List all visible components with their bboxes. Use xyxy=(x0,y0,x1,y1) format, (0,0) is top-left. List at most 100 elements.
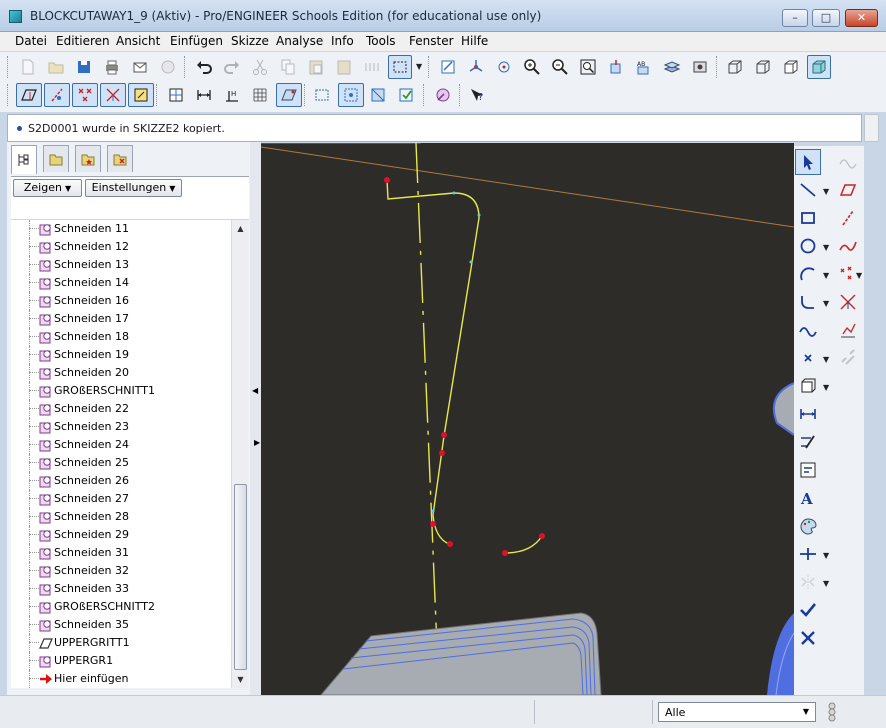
chevron-down-icon[interactable]: ▼ xyxy=(823,243,829,252)
tree-item[interactable]: Hier einfügen xyxy=(11,670,231,688)
tree-item[interactable]: Schneiden 31 xyxy=(11,544,231,562)
model-block[interactable] xyxy=(320,612,602,695)
save-icon[interactable] xyxy=(73,56,95,78)
regenerate-icon[interactable] xyxy=(361,56,383,78)
chevron-down-icon[interactable]: ▼ xyxy=(823,355,829,364)
tree-item[interactable]: Schneiden 24 xyxy=(11,436,231,454)
chevron-down-icon[interactable]: ▼ xyxy=(856,271,862,280)
grid-display-icon[interactable] xyxy=(249,84,271,106)
show-dropdown-button[interactable]: Zeigen ▼ xyxy=(13,179,82,197)
graphics-window[interactable] xyxy=(261,143,794,695)
scroll-down-icon[interactable]: ▼ xyxy=(232,671,249,688)
modify-icon[interactable] xyxy=(795,429,821,455)
toolbar-grip[interactable] xyxy=(184,56,187,78)
paste-icon[interactable] xyxy=(305,56,327,78)
circle-icon[interactable] xyxy=(795,233,821,259)
context-help-icon[interactable]: ? xyxy=(466,84,488,106)
saved-views-icon[interactable]: AB xyxy=(633,56,655,78)
tree-item[interactable]: GROßERSCHNITT2 xyxy=(11,598,231,616)
chevron-down-icon[interactable]: ▼ xyxy=(416,62,422,71)
repaint-icon[interactable] xyxy=(437,56,459,78)
datum-axes-toggle-icon[interactable] xyxy=(44,83,70,107)
tree-item[interactable]: Schneiden 27 xyxy=(11,490,231,508)
datum-plane-tool-icon[interactable] xyxy=(835,177,861,203)
menu-einfuegen[interactable]: Einfügen xyxy=(170,34,223,48)
chevron-down-icon[interactable]: ▼ xyxy=(823,187,829,196)
scroll-thumb[interactable] xyxy=(234,484,247,670)
zoom-in-icon[interactable] xyxy=(521,56,543,78)
menu-fenster[interactable]: Fenster xyxy=(409,34,454,48)
toolbar-grip[interactable] xyxy=(304,84,307,106)
print-icon[interactable] xyxy=(101,56,123,78)
constraints-icon[interactable] xyxy=(795,457,821,483)
sketch-point[interactable] xyxy=(447,541,453,547)
toolbar-grip[interactable] xyxy=(7,56,10,78)
menu-info[interactable]: Info xyxy=(331,34,354,48)
mirror-icon[interactable] xyxy=(795,569,821,595)
menu-skizze[interactable]: Skizze xyxy=(231,34,269,48)
toolbar-grip[interactable] xyxy=(423,84,426,106)
menu-editieren[interactable]: Editieren xyxy=(56,34,110,48)
sketch-arc[interactable] xyxy=(504,535,543,554)
cancel-x-icon[interactable] xyxy=(795,625,821,651)
tree-item[interactable]: Schneiden 11 xyxy=(11,220,231,238)
sketch-point[interactable] xyxy=(384,177,390,183)
chevron-down-icon[interactable]: ▼ xyxy=(823,271,829,280)
traffic-light-icon[interactable] xyxy=(826,701,838,723)
spline-icon[interactable] xyxy=(795,317,821,343)
tree-item[interactable]: Schneiden 20 xyxy=(11,364,231,382)
menu-hilfe[interactable]: Hilfe xyxy=(461,34,488,48)
sketch-vertex[interactable] xyxy=(477,213,481,217)
point-icon[interactable] xyxy=(795,345,821,371)
analysis-feature-icon[interactable] xyxy=(835,317,861,343)
scroll-up-icon[interactable]: ▲ xyxy=(232,220,249,237)
panel-splitter[interactable]: ◀ ▶ xyxy=(250,142,261,695)
model-fragment[interactable] xyxy=(772,382,794,436)
send-mail-icon[interactable] xyxy=(129,56,151,78)
tree-item[interactable]: Schneiden 13 xyxy=(11,256,231,274)
refit-icon[interactable] xyxy=(577,56,599,78)
tree-item[interactable]: Schneiden 16 xyxy=(11,292,231,310)
settings-dropdown-button[interactable]: Einstellungen ▼ xyxy=(85,179,182,197)
normal-dimension-icon[interactable] xyxy=(795,401,821,427)
coordinate-systems-toggle-icon[interactable] xyxy=(100,83,126,107)
coordinate-system-tool-icon[interactable] xyxy=(835,289,861,315)
tree-item[interactable]: UPPERGR1 xyxy=(11,652,231,670)
toolbar-grip[interactable] xyxy=(428,56,431,78)
sketch-vertex[interactable] xyxy=(452,191,456,195)
tree-item[interactable]: Schneiden 28 xyxy=(11,508,231,526)
tree-item[interactable]: Schneiden 35 xyxy=(11,616,231,634)
toolbar-grip[interactable] xyxy=(716,56,719,78)
maximize-button[interactable]: □ xyxy=(812,9,840,27)
arc-icon[interactable] xyxy=(795,261,821,287)
selection-box-icon[interactable] xyxy=(388,55,412,79)
tree-item[interactable]: Schneiden 29 xyxy=(11,526,231,544)
cut-icon[interactable] xyxy=(249,56,271,78)
tree-item[interactable]: Schneiden 12 xyxy=(11,238,231,256)
chevron-down-icon[interactable]: ▼ xyxy=(823,299,829,308)
dimension-display-icon[interactable] xyxy=(193,84,215,106)
toolbar-grip[interactable] xyxy=(7,84,10,106)
use-edge-icon[interactable] xyxy=(795,373,821,399)
datum-plane-edge[interactable] xyxy=(261,146,794,228)
trim-icon[interactable] xyxy=(795,541,821,567)
datum-axis-tool-icon[interactable] xyxy=(835,205,861,231)
sketch-point[interactable] xyxy=(441,432,447,438)
tree-item[interactable]: Schneiden 22 xyxy=(11,400,231,418)
sketch-canvas[interactable] xyxy=(261,143,794,695)
model-tree-scrollbar[interactable]: ▲ ▼ xyxy=(231,220,248,688)
model-fragment[interactable] xyxy=(767,613,794,695)
tree-item[interactable]: Schneiden 19 xyxy=(11,346,231,364)
rectangle-icon[interactable] xyxy=(795,205,821,231)
curve-icon[interactable] xyxy=(835,149,861,175)
chevron-down-icon[interactable]: ▼ xyxy=(823,383,829,392)
tree-item[interactable]: Schneiden 25 xyxy=(11,454,231,472)
tab-favorites[interactable] xyxy=(75,145,101,172)
shading-icon[interactable] xyxy=(807,55,831,79)
layers-icon[interactable] xyxy=(661,56,683,78)
overlapping-geometry-icon[interactable] xyxy=(311,84,333,106)
paste-special-icon[interactable] xyxy=(333,56,355,78)
send-attachment-icon[interactable] xyxy=(157,56,179,78)
tree-item[interactable]: Schneiden 23 xyxy=(11,418,231,436)
select-arrow-icon[interactable] xyxy=(795,149,821,175)
